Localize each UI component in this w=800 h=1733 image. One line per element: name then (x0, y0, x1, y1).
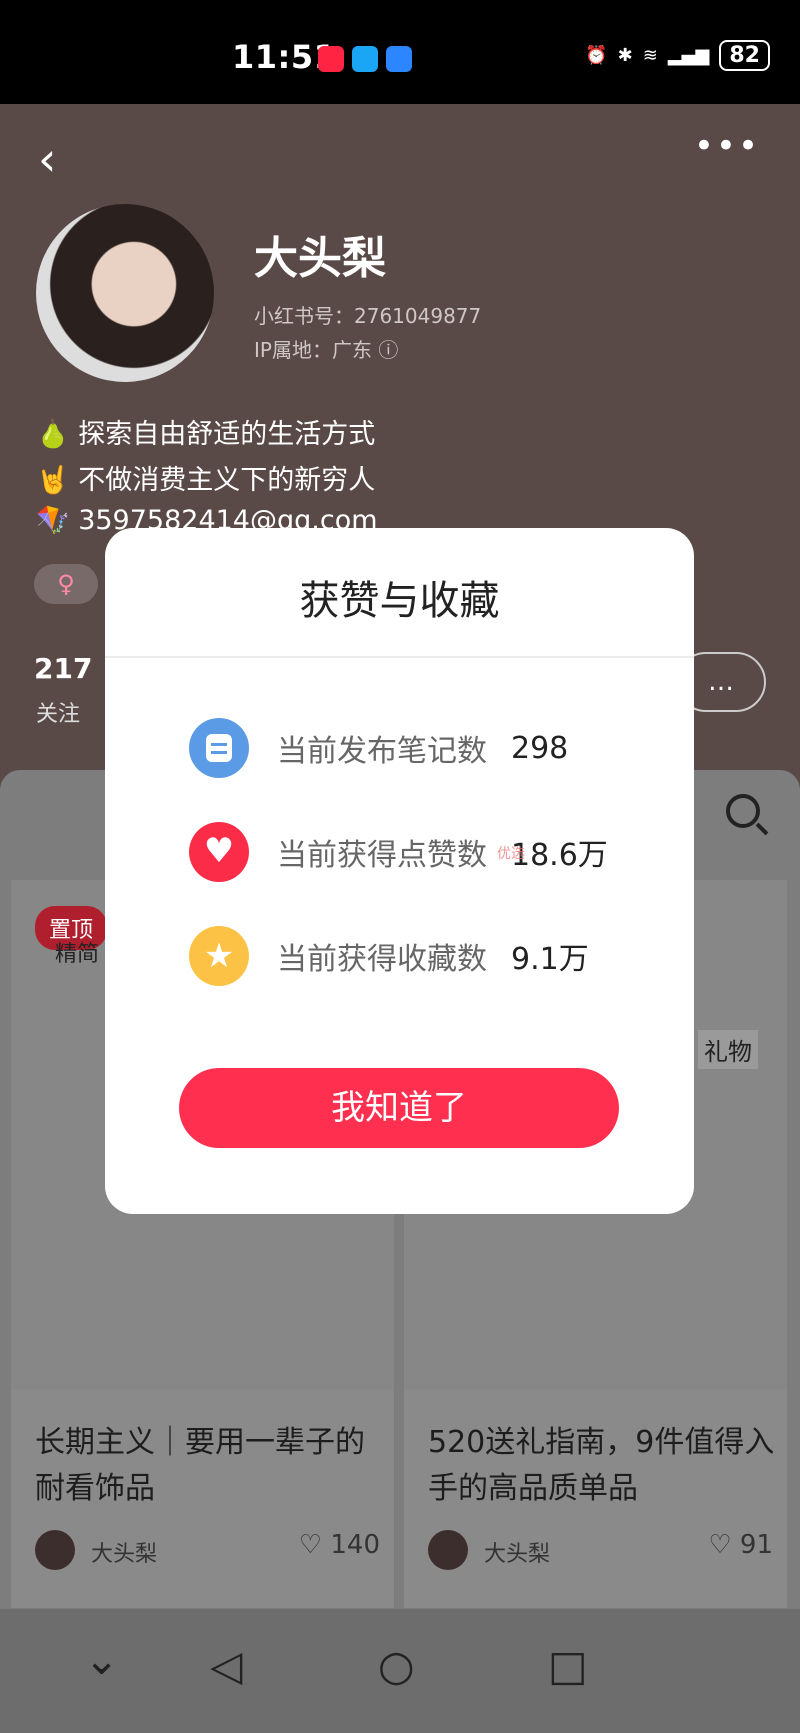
status-indicators: ⏰ ✱ ≋ ▂▄▆ 82 (585, 40, 770, 71)
likes-collections-dialog: 获赞与收藏 当前发布笔记数 298 ♥ 当前获得点赞数 18.6万 ★ 当前获得… (105, 528, 694, 1214)
stat-label: 当前发布笔记数 (277, 734, 487, 769)
author-name: 大头梨 (484, 1542, 551, 1567)
signal-icon: ▂▄▆ (667, 45, 710, 66)
search-notification-icon (386, 46, 412, 72)
stat-value: 9.1万 (511, 942, 589, 977)
dialog-title: 获赞与收藏 (299, 578, 500, 624)
gender-tag: ♀ (34, 564, 98, 604)
search-icon[interactable] (726, 794, 760, 828)
note-icon (189, 718, 249, 778)
bio-line: 🍐 探索自由舒适的生活方式 (36, 419, 376, 450)
profile-name: 大头梨 (254, 233, 386, 284)
avatar[interactable] (36, 204, 214, 382)
like-count[interactable]: ♡ 140 (299, 1530, 380, 1560)
divider (105, 656, 694, 658)
heart-outline-icon: ♡ (708, 1530, 732, 1560)
more-icon[interactable]: ••• (694, 126, 760, 166)
like-count[interactable]: ♡ 91 (708, 1530, 773, 1560)
stat-row-likes: ♥ 当前获得点赞数 18.6万 (189, 822, 608, 882)
heart-outline-icon: ♡ (298, 1530, 323, 1560)
like-number: 91 (739, 1530, 773, 1560)
author-avatar (428, 1530, 468, 1570)
home-nav-icon[interactable]: ○ (378, 1645, 415, 1687)
system-nav-bar: ⌄ ◁ ○ □ (0, 1609, 800, 1733)
chevron-down-icon[interactable]: ⌄ (84, 1639, 119, 1681)
back-nav-icon[interactable]: ◁ (210, 1645, 242, 1687)
profile-ip-location: IP属地：广东 ⓘ (254, 338, 399, 362)
author-name: 大头梨 (91, 1542, 158, 1567)
profile-id: 小红书号：2761049877 (254, 304, 482, 328)
note-title: 长期主义｜要用一辈子的耐看饰品 (35, 1425, 365, 1506)
follow-label[interactable]: 关注 (36, 696, 80, 728)
bio-line: 🤘 不做消费主义下的新穷人 (36, 465, 376, 496)
heart-icon: ♥ (189, 822, 249, 882)
battery-indicator: 82 (719, 40, 770, 71)
stat-value: 298 (511, 730, 569, 766)
note-title: 520送礼指南，9件值得入手的高品质单品 (428, 1425, 775, 1506)
stat-label: 当前获得收藏数 (277, 942, 487, 977)
app-notification-icon (318, 46, 344, 72)
stat-row-collections: ★ 当前获得收藏数 9.1万 (189, 926, 589, 986)
stat-label: 当前获得点赞数 (277, 838, 487, 873)
recents-nav-icon[interactable]: □ (548, 1645, 588, 1687)
message-notification-icon (352, 46, 378, 72)
bluetooth-icon: ✱ (617, 45, 633, 66)
like-number: 140 (330, 1530, 380, 1560)
back-icon[interactable]: ‹ (38, 132, 56, 186)
cover-text: 精简 (55, 942, 100, 967)
cover-text: 礼物 (698, 1030, 758, 1069)
watermark: 优选 (497, 846, 525, 862)
confirm-button[interactable]: 我知道了 (179, 1068, 619, 1148)
stat-value: 18.6万 (511, 838, 608, 873)
wifi-icon: ≋ (642, 45, 658, 66)
alarm-icon: ⏰ (585, 45, 608, 66)
stat-row-notes: 当前发布笔记数 298 (189, 718, 568, 778)
star-icon: ★ (189, 926, 249, 986)
status-bar: 11:51 ⏰ ✱ ≋ ▂▄▆ 82 (0, 0, 800, 104)
follow-count[interactable]: 217 (34, 652, 92, 685)
author-avatar (35, 1530, 75, 1570)
